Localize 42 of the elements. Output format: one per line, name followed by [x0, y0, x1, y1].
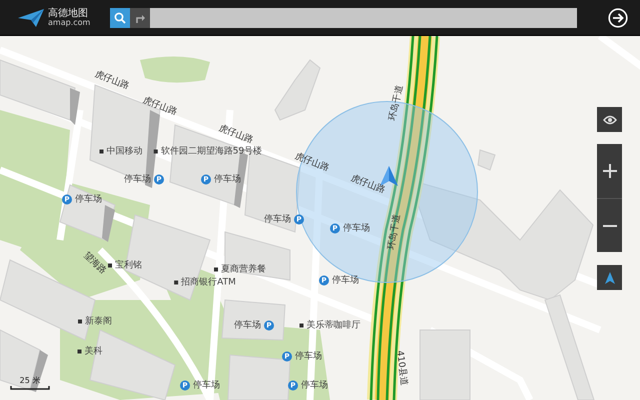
place-label: 夏商营养餐: [221, 263, 266, 276]
parking-label: 停车场: [264, 213, 291, 226]
parking-label: 停车场: [214, 173, 241, 186]
place-label: 招商银行ATM: [181, 276, 236, 288]
place-label: 美科: [84, 345, 102, 358]
plus-icon: [602, 164, 616, 178]
parking-label: 停车场: [332, 274, 359, 286]
road-label: 环岛干道: [385, 213, 404, 251]
road-label: 望海路: [80, 250, 110, 277]
parking-label: 停车场: [234, 319, 261, 332]
road-label: 虎仔山路: [92, 68, 132, 93]
parking-label: 停车场: [343, 222, 370, 234]
navigation-arrow-icon: [604, 272, 614, 284]
place-label: 宝利铭: [115, 259, 142, 272]
road-label: 环岛干道: [386, 84, 406, 122]
parking-label: 停车场: [75, 193, 102, 206]
locate-button[interactable]: [597, 265, 622, 290]
paper-plane-icon: [18, 8, 44, 26]
road-label: 虎仔山路: [216, 122, 256, 146]
road-label: 虎仔山路: [140, 94, 180, 119]
eye-icon: [602, 114, 616, 124]
place-label: 中国移动: [106, 145, 142, 158]
scale-label: 25 米: [20, 375, 40, 386]
search-field[interactable]: [150, 8, 577, 28]
road-label: 虎仔山路: [292, 150, 332, 175]
parking-label: 停车场: [295, 350, 322, 362]
search-icon: [114, 12, 126, 24]
search-button[interactable]: [110, 8, 130, 28]
logo-subtitle: amap.com: [48, 18, 90, 26]
road-label: 虎仔山路: [348, 172, 388, 197]
parking-label: 停车场: [193, 379, 220, 392]
parking-label: 停车场: [301, 379, 328, 392]
place-label: 美乐蒂咖啡厅: [306, 319, 360, 332]
route-button[interactable]: [130, 8, 150, 28]
logo-title: 高德地图: [48, 8, 89, 18]
place-label: 软件园二期望海路59号楼: [160, 145, 262, 158]
place-label: 新泰阁: [85, 315, 112, 328]
road-label: 410县道: [393, 350, 410, 386]
parking-label: 停车场: [124, 173, 151, 186]
view-toggle-button[interactable]: [597, 107, 622, 132]
scale-bar-icon: [10, 386, 50, 390]
minus-icon: [602, 224, 616, 226]
